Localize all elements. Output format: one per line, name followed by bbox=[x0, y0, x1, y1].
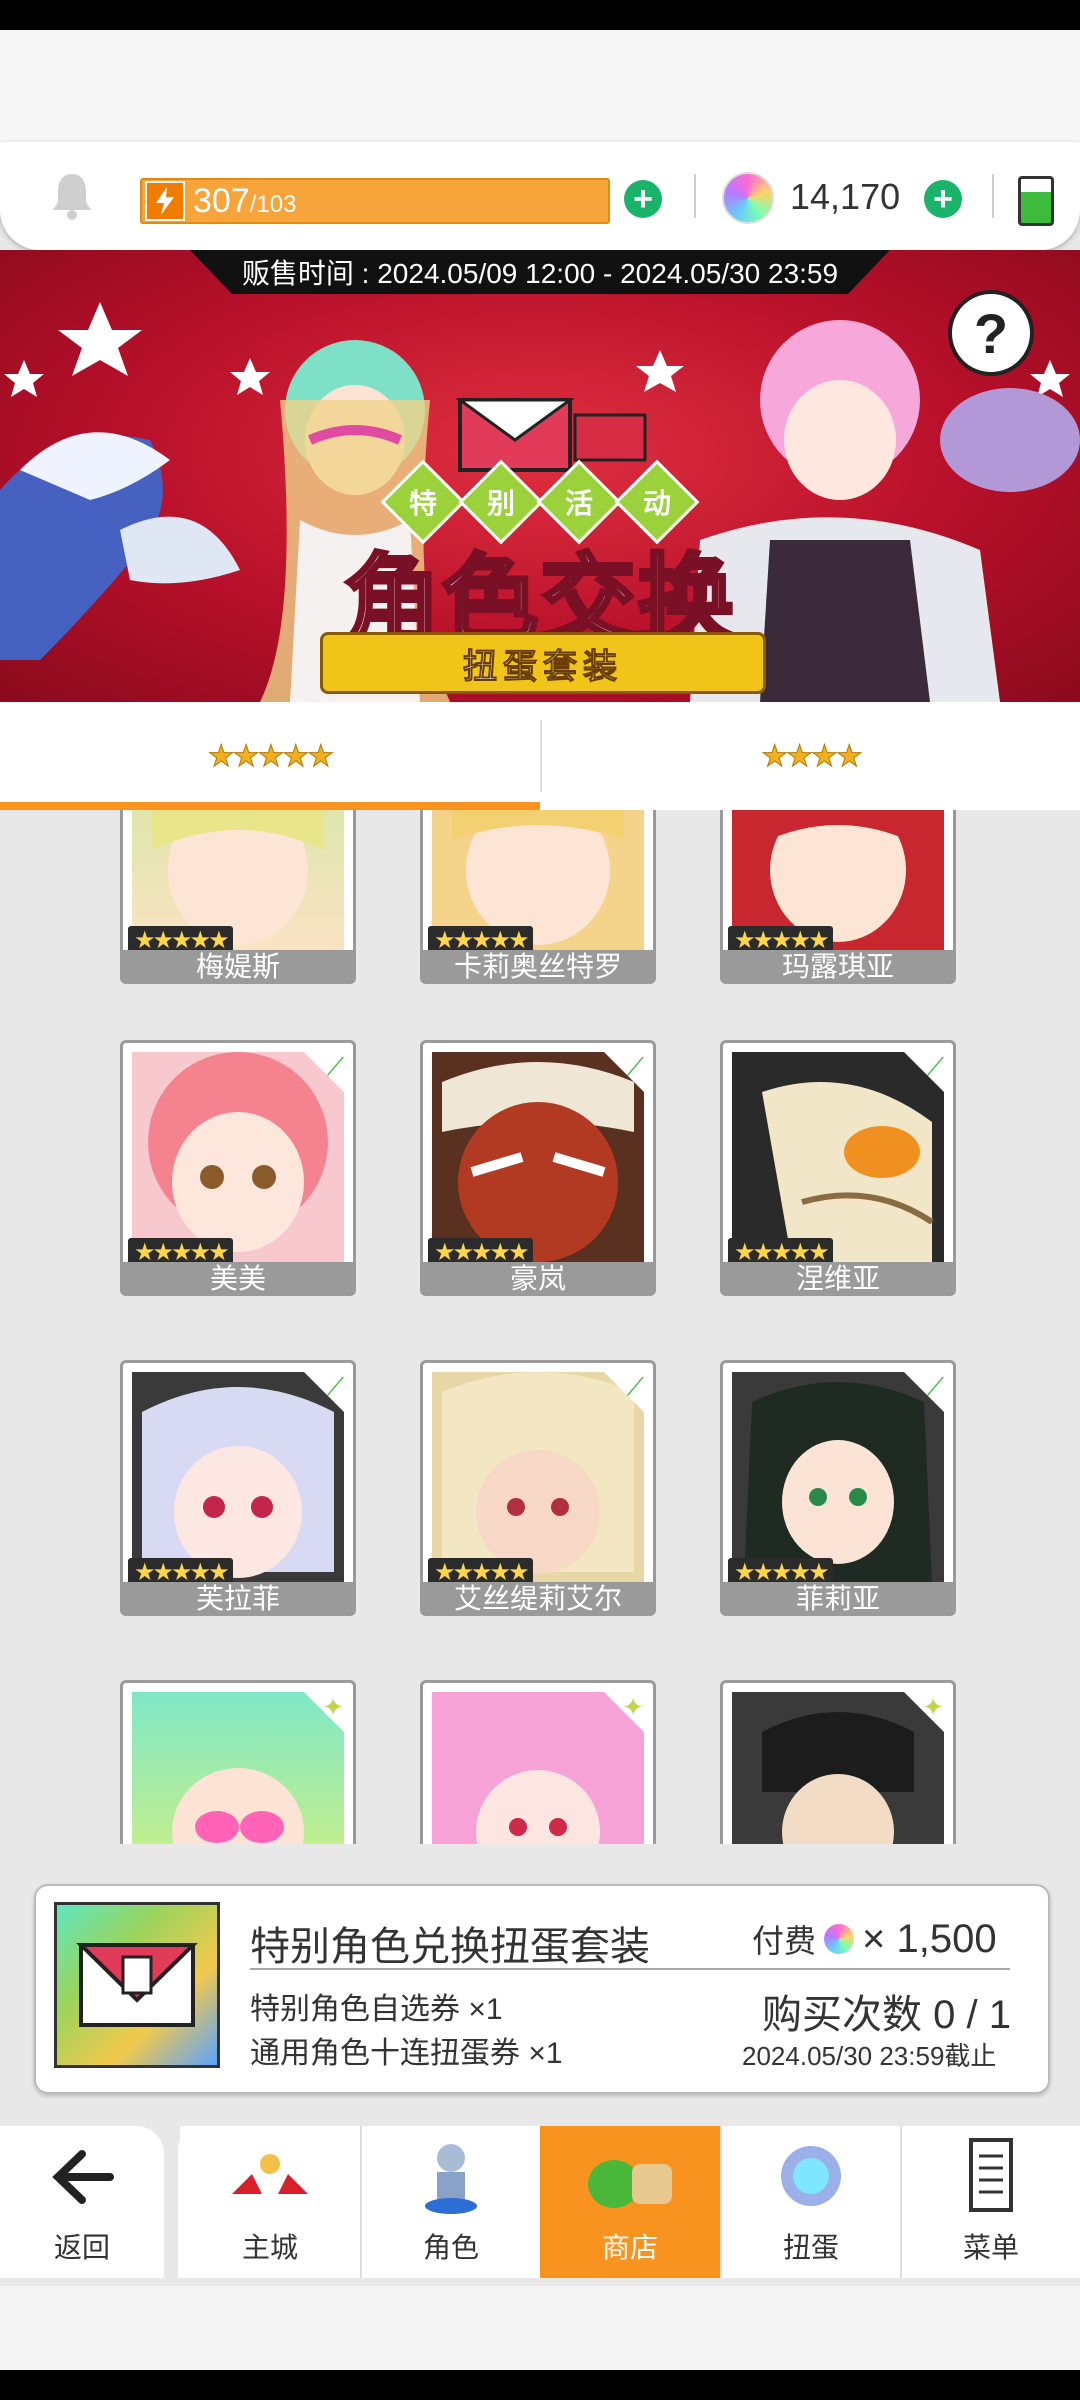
nav-gacha[interactable]: 扭蛋 bbox=[722, 2126, 902, 2278]
back-button[interactable]: 返回 bbox=[0, 2126, 164, 2278]
character-portrait bbox=[132, 1052, 344, 1262]
menu-icon bbox=[969, 2138, 1013, 2212]
tab-4-star-label: ★★★★ bbox=[761, 739, 864, 773]
sale-time: 贩售时间 : 2024.05/09 12:00 - 2024.05/30 23:… bbox=[190, 250, 890, 294]
character-portrait bbox=[432, 1372, 644, 1582]
shop-bag-icon bbox=[588, 2160, 672, 2208]
nav-town-label: 主城 bbox=[241, 2232, 298, 2263]
event-tag-char-text: 动 bbox=[642, 487, 672, 519]
card-name: 艾丝缇莉艾尔 bbox=[420, 1582, 656, 1616]
status-bar bbox=[0, 0, 1080, 30]
character-card[interactable]: ⟋ ★★★★★ 艾丝缇莉艾尔 bbox=[420, 1360, 656, 1616]
character-portrait bbox=[132, 1692, 344, 1844]
nav-menu-label: 菜单 bbox=[962, 2232, 1019, 2263]
character-portrait bbox=[132, 1372, 344, 1582]
tab-4-star[interactable]: ★★★★ bbox=[542, 702, 1080, 810]
divider bbox=[694, 174, 696, 218]
character-card[interactable]: ✦ bbox=[720, 1680, 956, 1844]
gem-count: 14,170 bbox=[790, 176, 901, 217]
card-name: 卡莉奥丝特罗 bbox=[420, 950, 656, 984]
pack-item: 特别角色自选券 ×1 bbox=[250, 1993, 503, 2026]
divider bbox=[250, 1968, 1010, 1970]
pack-title: 特别角色兑换扭蛋套装 bbox=[250, 1925, 650, 1969]
resource-bar: 307 /103 + 14,170 + bbox=[0, 142, 1080, 250]
character-portrait bbox=[732, 1052, 944, 1262]
card-name: 芙拉菲 bbox=[120, 1582, 356, 1616]
stamina-bar: 307 /103 bbox=[140, 178, 610, 224]
help-button[interactable]: ? bbox=[948, 290, 1034, 376]
gem-icon bbox=[722, 172, 774, 224]
character-portrait bbox=[432, 1052, 644, 1262]
castle-icon bbox=[232, 2154, 308, 2194]
purchase-panel[interactable]: 特别角色兑换扭蛋套装 特别角色自选券 ×1 通用角色十连扭蛋券 ×1 付费 × … bbox=[34, 1884, 1050, 2094]
tab-5-star-label: ★★★★★ bbox=[207, 739, 334, 773]
card-name: 菲莉亚 bbox=[720, 1582, 956, 1616]
battery-icon bbox=[1018, 176, 1054, 226]
character-icon bbox=[425, 2144, 477, 2214]
event-tag: 特 别 活 动 bbox=[380, 459, 700, 545]
card-name: 豪岚 bbox=[420, 1262, 656, 1296]
stamina-max: /103 bbox=[249, 191, 297, 218]
price-value: × 1,500 bbox=[862, 1916, 997, 1961]
character-portrait bbox=[432, 1692, 644, 1844]
add-gems-button[interactable]: + bbox=[924, 180, 962, 218]
top-spacer bbox=[0, 30, 1080, 142]
card-name: 梅媞斯 bbox=[120, 950, 356, 984]
nav-shop-label: 商店 bbox=[601, 2232, 658, 2263]
event-tag-char-text: 别 bbox=[486, 487, 516, 519]
nav-gacha-label: 扭蛋 bbox=[782, 2232, 839, 2263]
character-card[interactable]: ★★★★★ 卡莉奥丝特罗 bbox=[420, 810, 656, 984]
banner-subtitle: 扭蛋套装 bbox=[320, 632, 766, 694]
divider bbox=[992, 174, 994, 218]
gacha-icon bbox=[781, 2146, 841, 2206]
character-card[interactable]: ⟋ ★★★★★ 芙拉菲 bbox=[120, 1360, 356, 1616]
pack-item: 通用角色十连扭蛋券 ×1 bbox=[250, 2037, 563, 2070]
system-nav-bar bbox=[0, 2370, 1080, 2400]
card-name: 涅维亚 bbox=[720, 1262, 956, 1296]
stamina-current: 307 bbox=[193, 181, 250, 220]
event-banner: 贩售时间 : 2024.05/09 12:00 - 2024.05/30 23:… bbox=[0, 250, 1080, 702]
deadline: 2024.05/30 23:59截止 bbox=[742, 2041, 997, 2071]
character-card[interactable]: ⟋ ★★★★★ 涅维亚 bbox=[720, 1040, 956, 1296]
purchase-count: 购买次数 0 / 1 bbox=[762, 1993, 1011, 2037]
nav-menu[interactable]: 菜单 bbox=[902, 2126, 1080, 2278]
tab-5-star[interactable]: ★★★★★ bbox=[0, 702, 540, 810]
nav-character-label: 角色 bbox=[422, 2232, 479, 2263]
lightning-icon bbox=[145, 181, 185, 221]
card-name: 美美 bbox=[120, 1262, 356, 1296]
envelope-icon bbox=[54, 1902, 220, 2068]
character-card[interactable]: ★★★★★ 梅媞斯 bbox=[120, 810, 356, 984]
character-card[interactable]: ⟋ ★★★★★ 豪岚 bbox=[420, 1040, 656, 1296]
active-tab-indicator bbox=[0, 802, 540, 810]
price: 付费 × 1,500 bbox=[752, 1916, 997, 1962]
bell-icon[interactable] bbox=[50, 170, 94, 220]
back-arrow-icon bbox=[52, 2150, 114, 2204]
character-card[interactable]: ⟋ ★★★★★ 菲莉亚 bbox=[720, 1360, 956, 1616]
card-name: 玛露琪亚 bbox=[720, 950, 956, 984]
rarity-tabs: ★★★★★ ★★★★ bbox=[0, 702, 1080, 810]
nav-town[interactable]: 主城 bbox=[180, 2126, 362, 2278]
character-portrait bbox=[732, 1372, 944, 1582]
character-grid: ★★★★★ 梅媞斯 ★★★★★ 卡莉奥丝特罗 ★★★★★ 玛露琪亚 ⟋ ★★★★… bbox=[0, 810, 1080, 1844]
character-card[interactable]: ★★★★★ 玛露琪亚 bbox=[720, 810, 956, 984]
bottom-strip bbox=[0, 2286, 1080, 2370]
character-card[interactable]: ⟋ ★★★★★ 美美 bbox=[120, 1040, 356, 1296]
character-card[interactable]: ✦ bbox=[420, 1680, 656, 1844]
event-tag-char-text: 特 bbox=[408, 487, 438, 519]
bottom-nav: 返回 主城 角色 商店 扭蛋 菜单 bbox=[0, 2126, 1080, 2286]
character-portrait bbox=[732, 1692, 944, 1844]
character-card[interactable]: ✦ bbox=[120, 1680, 356, 1844]
add-stamina-button[interactable]: + bbox=[624, 180, 662, 218]
gem-icon bbox=[824, 1924, 855, 1954]
back-label: 返回 bbox=[53, 2232, 110, 2263]
pay-label: 付费 bbox=[752, 1923, 817, 1959]
nav-character[interactable]: 角色 bbox=[362, 2126, 542, 2278]
nav-shop[interactable]: 商店 bbox=[540, 2126, 722, 2278]
event-tag-char-text: 活 bbox=[564, 487, 594, 519]
